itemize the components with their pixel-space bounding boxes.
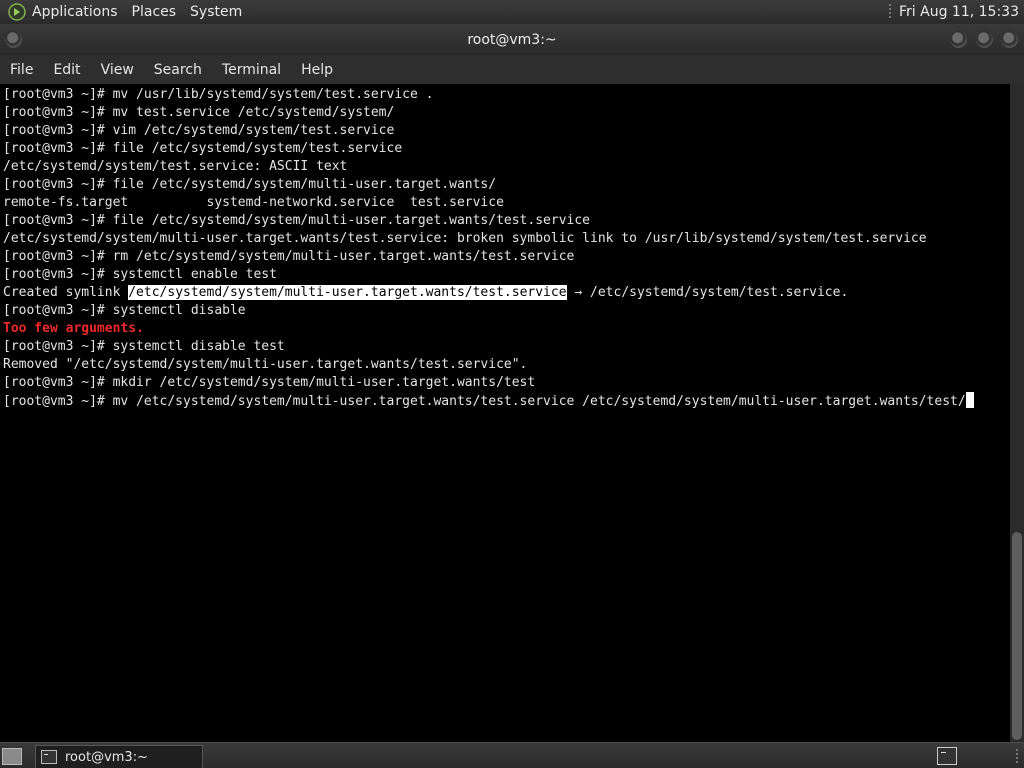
terminal-icon: [41, 750, 57, 764]
terminal-line: [root@vm3 ~]# systemctl enable test: [3, 267, 277, 282]
menu-search[interactable]: Search: [154, 62, 202, 78]
terminal-line: Removed "/etc/systemd/system/multi-user.…: [3, 357, 528, 372]
terminal-line: [root@vm3 ~]# systemctl disable test: [3, 339, 285, 354]
terminal-scrollbar[interactable]: [1010, 84, 1024, 742]
bottom-panel: root@vm3:~: [0, 742, 1024, 768]
terminal-line: /etc/systemd/system/multi-user.target.wa…: [3, 231, 927, 246]
panel-handle: [889, 4, 892, 20]
symlink-suffix: → /etc/systemd/system/test.service.: [566, 285, 849, 300]
terminal-line: [root@vm3 ~]# rm /etc/systemd/system/mul…: [3, 249, 575, 264]
taskbar-window-label: root@vm3:~: [65, 749, 148, 765]
terminal-current-input[interactable]: [root@vm3 ~]# mv /etc/systemd/system/mul…: [0, 392, 1010, 410]
top-panel: Applications Places System Fri Aug 11, 1…: [0, 0, 1024, 24]
maximize-button[interactable]: [976, 31, 993, 48]
menu-view[interactable]: View: [101, 62, 134, 78]
clock[interactable]: Fri Aug 11, 15:33: [899, 4, 1019, 20]
terminal-line: [root@vm3 ~]# mkdir /etc/systemd/system/…: [3, 375, 536, 390]
terminal-line-symlink: Created symlink /etc/systemd/system/mult…: [0, 284, 1010, 302]
terminal-line: [root@vm3 ~]# file /etc/systemd/system/m…: [3, 177, 497, 192]
terminal-line: [root@vm3 ~]# mv test.service /etc/syste…: [3, 105, 395, 120]
menu-edit[interactable]: Edit: [53, 62, 80, 78]
terminal-menubar: File Edit View Search Terminal Help: [0, 55, 1024, 84]
distro-logo-icon[interactable]: [8, 3, 26, 21]
terminal-line: /etc/systemd/system/test.service: ASCII …: [3, 159, 348, 174]
menu-help[interactable]: Help: [301, 62, 333, 78]
window-titlebar[interactable]: root@vm3:~: [0, 24, 1024, 55]
taskbar-window-button[interactable]: root@vm3:~: [35, 745, 203, 768]
menu-file[interactable]: File: [10, 62, 33, 78]
terminal-line: [root@vm3 ~]# vim /etc/systemd/system/te…: [3, 123, 395, 138]
desktop-screen: Applications Places System Fri Aug 11, 1…: [0, 0, 1024, 768]
places-menu[interactable]: Places: [132, 4, 177, 20]
terminal-tray-icon[interactable]: [937, 747, 957, 765]
terminal-output[interactable]: [root@vm3 ~]# mv /usr/lib/systemd/system…: [0, 84, 1010, 744]
terminal-line: [root@vm3 ~]# file /etc/systemd/system/t…: [3, 141, 403, 156]
panel-handle-bottom: [1016, 749, 1018, 763]
terminal-line: [root@vm3 ~]# file /etc/systemd/system/m…: [3, 213, 590, 228]
terminal-line: remote-fs.target systemd-networkd.servic…: [3, 195, 504, 210]
terminal-line: [root@vm3 ~]# systemctl disable: [3, 303, 246, 318]
selected-text[interactable]: /etc/systemd/system/multi-user.target.wa…: [128, 285, 567, 300]
close-button[interactable]: [1001, 31, 1018, 48]
menu-terminal[interactable]: Terminal: [222, 62, 281, 78]
window-title: root@vm3:~: [467, 31, 557, 48]
error-message: Too few arguments.: [3, 321, 144, 336]
window-menu-button[interactable]: [5, 31, 22, 48]
text-cursor: [965, 392, 974, 408]
scrollbar-thumb[interactable]: [1012, 532, 1022, 740]
symlink-prefix: Created symlink: [3, 285, 129, 300]
terminal-line: [root@vm3 ~]# mv /usr/lib/systemd/system…: [3, 87, 434, 102]
current-command[interactable]: [root@vm3 ~]# mv /etc/systemd/system/mul…: [3, 394, 966, 409]
show-desktop-icon[interactable]: [2, 748, 22, 765]
system-menu[interactable]: System: [190, 4, 242, 20]
applications-menu[interactable]: Applications: [32, 4, 118, 20]
minimize-button[interactable]: [950, 31, 967, 48]
